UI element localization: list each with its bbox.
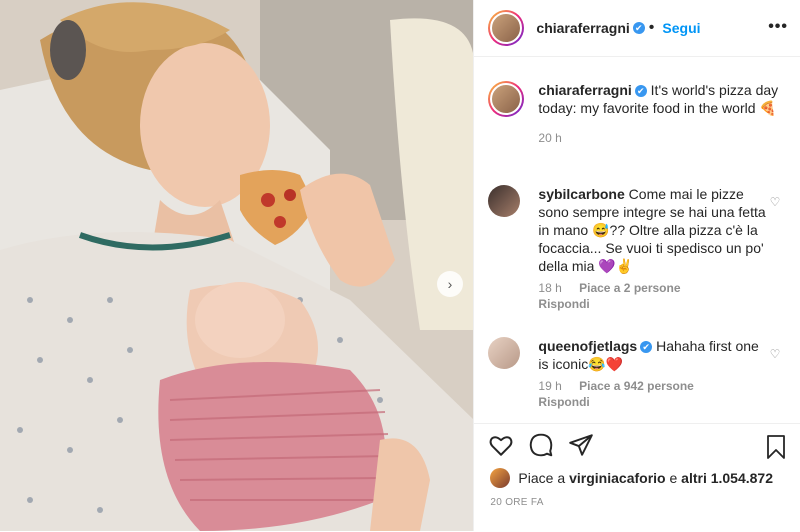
like-comment-heart-icon[interactable]: ♡ (770, 195, 781, 209)
caption-row: chiaraferragni ✔ It's world's pizza day t… (488, 81, 778, 145)
liker-avatar[interactable] (490, 468, 511, 488)
comment-body: queenofjetlags ✔ Hahaha first one is icon… (538, 337, 770, 409)
comment-likes[interactable]: Piace a 2 persone (579, 281, 680, 295)
instagram-post: › chiaraferragni ✔ • Segui ••• chiarafer… (0, 0, 800, 531)
like-comment-heart-icon[interactable]: ♡ (770, 347, 781, 361)
comment-likes[interactable]: Piace a 942 persone (579, 379, 694, 393)
comment-row: sybilcarbone Come mai le pizze sono semp… (488, 185, 770, 311)
post-timestamp[interactable]: 20 ORE FA (490, 497, 543, 508)
comment-row: queenofjetlags ✔ Hahaha first one is icon… (488, 337, 770, 409)
likes-prefix: Piace a (518, 470, 566, 486)
comment-time[interactable]: 18 h (538, 281, 561, 295)
caption-text: chiaraferragni ✔ It's world's pizza day t… (538, 81, 778, 117)
likes-summary: Piace a virginiacaforio e altri 1.054.87… (490, 468, 773, 488)
comment-text: sybilcarbone Come mai le pizze sono semp… (538, 185, 770, 275)
verified-badge-icon: ✔ (640, 341, 653, 354)
author-info: chiaraferragni ✔ • Segui (536, 19, 700, 37)
comment-meta: 19 h Piace a 942 persone (538, 379, 770, 393)
reply-button[interactable]: Rispondi (538, 297, 770, 311)
action-bar: Piace a virginiacaforio e altri 1.054.87… (474, 423, 800, 532)
follow-button[interactable]: Segui (662, 20, 700, 36)
comment-time[interactable]: 19 h (538, 379, 561, 393)
caption-avatar[interactable] (488, 81, 525, 117)
comment-username[interactable]: queenofjetlags (538, 338, 637, 354)
caption-username[interactable]: chiaraferragni (538, 82, 631, 98)
comment-bubble-icon[interactable] (528, 432, 554, 458)
separator-dot: • (648, 19, 655, 36)
liker-username[interactable]: virginiacaforio (569, 470, 665, 486)
commenter-avatar[interactable] (488, 185, 521, 217)
comments-section[interactable]: chiaraferragni ✔ It's world's pizza day t… (474, 57, 800, 423)
comment-body: sybilcarbone Come mai le pizze sono semp… (538, 185, 770, 311)
comment-username[interactable]: sybilcarbone (538, 186, 624, 202)
caption-meta: 20 h (538, 131, 778, 145)
next-photo-button[interactable]: › (437, 271, 463, 297)
share-send-icon[interactable] (568, 432, 594, 458)
photo-illustration (0, 0, 474, 531)
more-options-icon[interactable]: ••• (768, 18, 788, 36)
likes-others-count[interactable]: altri 1.054.872 (681, 470, 773, 486)
verified-badge-icon: ✔ (632, 22, 645, 34)
caption-body: chiaraferragni ✔ It's world's pizza day t… (538, 81, 778, 145)
like-heart-icon[interactable] (488, 432, 514, 458)
action-icons (488, 432, 594, 458)
author-username[interactable]: chiaraferragni (536, 20, 629, 36)
caption-time[interactable]: 20 h (538, 131, 561, 145)
verified-badge-icon: ✔ (634, 85, 647, 98)
commenter-avatar[interactable] (488, 337, 521, 369)
post-sidebar: chiaraferragni ✔ • Segui ••• chiaraferra… (473, 0, 800, 531)
post-header: chiaraferragni ✔ • Segui ••• (474, 0, 800, 57)
reply-button[interactable]: Rispondi (538, 395, 770, 409)
comment-meta: 18 h Piace a 2 persone (538, 281, 770, 295)
likes-middle: e (665, 470, 682, 486)
bookmark-save-icon[interactable] (764, 434, 788, 460)
post-photo[interactable]: › (0, 0, 474, 531)
comment-text: queenofjetlags ✔ Hahaha first one is icon… (538, 337, 770, 373)
author-avatar[interactable] (488, 10, 525, 46)
